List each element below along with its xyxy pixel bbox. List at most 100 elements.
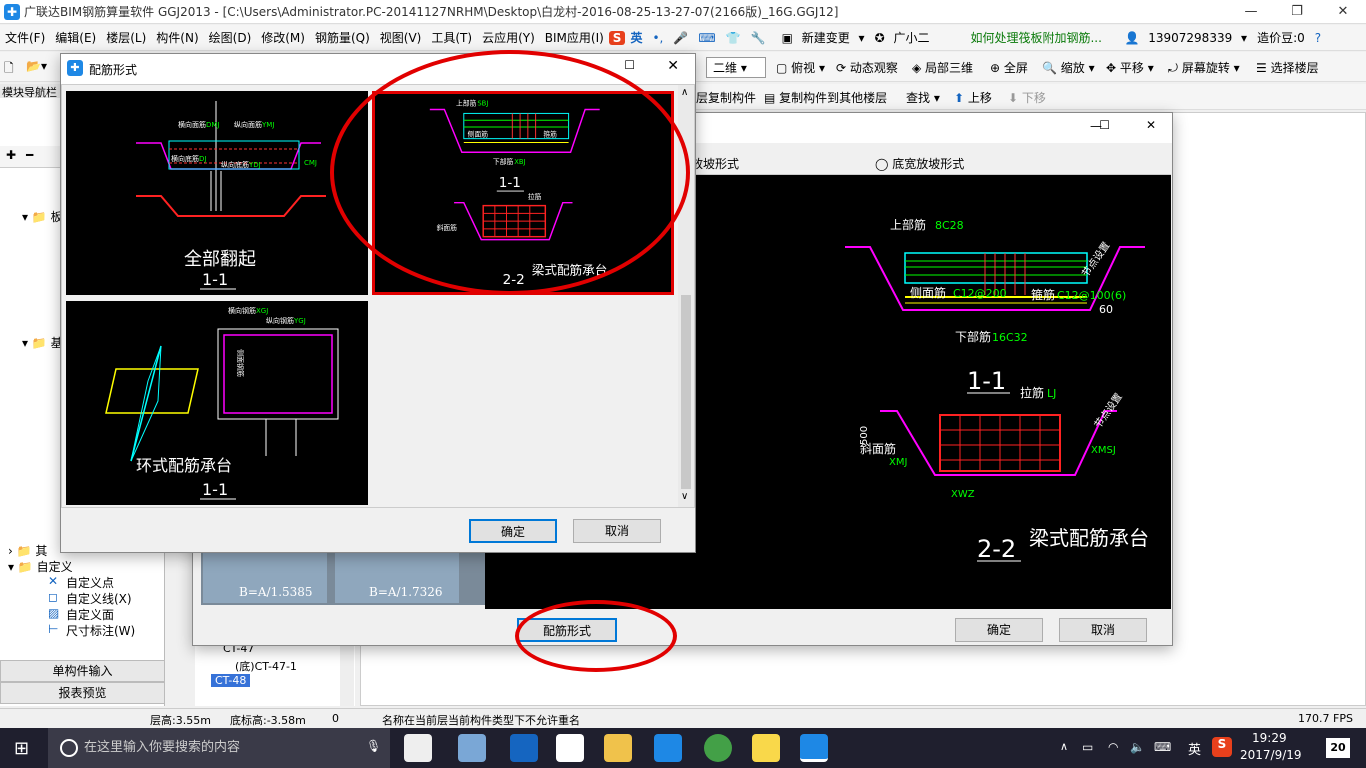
pan-button[interactable]: ✥ 平移 ▾: [1106, 59, 1154, 76]
mic-icon[interactable]: 🎙: [366, 739, 381, 753]
menu-edit[interactable]: 编辑(E): [50, 29, 101, 46]
minimize-button[interactable]: —: [1228, 0, 1274, 24]
tree-custom-point[interactable]: 自定义点: [66, 574, 114, 591]
sogou-tray-icon[interactable]: S: [1212, 737, 1232, 757]
keyboard-icon[interactable]: ⌨: [693, 31, 720, 45]
microphone-icon[interactable]: 🎤: [668, 31, 693, 45]
find-button[interactable]: 查找 ▾: [906, 89, 940, 106]
taskbar-search[interactable]: 在这里输入你要搜索的内容: [48, 728, 390, 768]
task-view-icon[interactable]: [404, 734, 432, 762]
wifi-icon[interactable]: ◠: [1108, 740, 1118, 754]
config-dialog-maximize[interactable]: ☐: [624, 58, 635, 72]
layer-copy-button[interactable]: 层复制构件: [696, 89, 756, 106]
beam-title: 梁式配筋承台: [1029, 526, 1149, 550]
tree-custom-line[interactable]: 自定义线(X): [66, 590, 132, 607]
config-dialog-close[interactable]: ✕: [667, 58, 679, 74]
menu-cloud[interactable]: 云应用(Y): [477, 29, 540, 46]
scroll-up-icon[interactable]: ∧: [681, 87, 688, 98]
param-dialog-maximize[interactable]: ☐: [1099, 118, 1110, 132]
config-option-ring[interactable]: 横向钢筋 XGJ 纵向钢筋 YGJ 侧面钢筋 环式配筋承台 1-1: [66, 301, 368, 505]
config-ok-button[interactable]: 确定: [469, 519, 557, 543]
expand-all-icon[interactable]: ✚: [6, 148, 16, 162]
new-change-button[interactable]: ▣ 新建变更 ▾: [777, 29, 870, 46]
edge-icon[interactable]: [510, 734, 538, 762]
clock-time[interactable]: 19:29: [1252, 731, 1287, 745]
scroll-thumb[interactable]: [681, 295, 691, 489]
zaojiadou-label[interactable]: 造价豆:0: [1252, 29, 1310, 46]
question-link[interactable]: 如何处理筏板附加钢筋...: [965, 29, 1105, 46]
keyboard-tray-icon[interactable]: ⌨: [1154, 740, 1171, 754]
bottom-slope-radio[interactable]: ◯ 底宽放坡形式: [875, 155, 964, 172]
rotate-button[interactable]: ⤾ 屏幕旋转 ▾: [1168, 59, 1240, 76]
clock-date[interactable]: 2017/9/19: [1240, 748, 1302, 762]
collapse-all-icon[interactable]: ━: [26, 148, 33, 162]
move-up-button[interactable]: ⬆ 上移: [954, 89, 992, 106]
menu-floor[interactable]: 楼层(L): [101, 29, 151, 46]
tray-chevron-icon[interactable]: ∧: [1060, 740, 1068, 753]
guangxiaoer-button[interactable]: ✪ 广小二: [870, 29, 940, 46]
menu-view[interactable]: 视图(V): [375, 29, 427, 46]
config-cancel-button[interactable]: 取消: [573, 519, 661, 543]
view-mode-select[interactable]: 二维 ▾: [706, 57, 766, 78]
menu-file[interactable]: 文件(F): [0, 29, 50, 46]
thumb-label: B=A/1.5385: [239, 585, 313, 599]
param-ok-button[interactable]: 确定: [955, 618, 1043, 642]
move-down-button[interactable]: ⬇ 下移: [1008, 89, 1046, 106]
tree-dimension[interactable]: 尺寸标注(W): [66, 622, 135, 639]
menu-modify[interactable]: 修改(M): [256, 29, 310, 46]
tree-custom-label: 自定义: [36, 560, 73, 574]
dynamic-view-button[interactable]: ⟳ 动态观察: [836, 59, 898, 76]
component-list-scrollbar[interactable]: [340, 640, 354, 706]
param-cancel-button[interactable]: 取消: [1059, 618, 1147, 642]
store-icon[interactable]: [556, 734, 584, 762]
wrench-icon[interactable]: 🔧: [746, 31, 771, 45]
opt1-label: 纵向面筋: [234, 120, 262, 129]
new-file-icon[interactable]: 🗋: [4, 59, 14, 80]
tree-folder-foundation[interactable]: ▾ 📁 基: [22, 334, 63, 351]
menu-rebar[interactable]: 钢筋量(Q): [310, 29, 375, 46]
explorer-icon[interactable]: [604, 734, 632, 762]
ime-punct[interactable]: •,: [647, 31, 668, 45]
skin-icon[interactable]: 👕: [721, 31, 746, 45]
notes-icon[interactable]: [752, 734, 780, 762]
tree-custom-face[interactable]: 自定义面: [66, 606, 114, 623]
sogou-ime-icon[interactable]: S: [608, 30, 626, 45]
fullscreen-button[interactable]: ⊕ 全屏: [990, 59, 1028, 76]
app-icon[interactable]: [458, 734, 486, 762]
ime-indicator[interactable]: 英: [1188, 739, 1201, 758]
maximize-button[interactable]: ❐: [1274, 0, 1320, 24]
xmsj-code: XMSJ: [1091, 445, 1116, 456]
close-button[interactable]: ✕: [1320, 0, 1366, 24]
param-dialog-close[interactable]: ✕: [1146, 118, 1156, 132]
single-input-button[interactable]: 单构件输入: [0, 660, 165, 682]
open-file-icon[interactable]: 📂▾: [26, 59, 47, 73]
zoom-button[interactable]: 🔍 缩放 ▾: [1042, 59, 1095, 76]
top-view-button[interactable]: ▢ 俯视 ▾: [776, 59, 825, 76]
ime-lang[interactable]: 英: [625, 29, 647, 46]
help-icon[interactable]: ?: [1310, 31, 1326, 45]
tree-folder-board[interactable]: ▾ 📁 板: [22, 208, 63, 225]
notification-count[interactable]: 20: [1326, 738, 1350, 758]
copy-to-floor-button[interactable]: ▤ 复制构件到其他楼层: [764, 89, 887, 106]
volume-icon[interactable]: 🔈: [1130, 740, 1145, 754]
config-option-full-raise[interactable]: 横向面筋 DMJ 纵向面筋 YMJ 横向底筋 DJ 纵向底筋 YDJ CMJ 全…: [66, 91, 368, 295]
menu-draw[interactable]: 绘图(D): [204, 29, 257, 46]
battery-icon[interactable]: ▭: [1082, 740, 1093, 754]
local-3d-label: 局部三维: [925, 61, 974, 75]
tree-folder-other[interactable]: › 📁 其: [8, 542, 47, 559]
component-item-selected[interactable]: CT-48: [211, 674, 251, 687]
menu-bim[interactable]: BIM应用(I): [540, 29, 609, 46]
menu-component[interactable]: 构件(N): [151, 29, 203, 46]
report-preview-button[interactable]: 报表预览: [0, 682, 165, 704]
browser-icon[interactable]: [704, 734, 732, 762]
menu-tools[interactable]: 工具(T): [426, 29, 477, 46]
select-floor-button[interactable]: ☰ 选择楼层: [1256, 59, 1319, 76]
component-item[interactable]: (底)CT-47-1: [235, 658, 297, 674]
gld-icon[interactable]: [654, 734, 682, 762]
windows-start-icon[interactable]: ⊞: [14, 738, 29, 759]
local-3d-button[interactable]: ◈ 局部三维: [912, 59, 973, 76]
scroll-down-icon[interactable]: ∨: [681, 491, 688, 502]
user-account[interactable]: 👤 13907298339 ▾: [1119, 31, 1252, 45]
ggj-active-icon[interactable]: [800, 734, 828, 762]
tree-folder-custom[interactable]: ▾ 📁 自定义: [8, 558, 73, 575]
